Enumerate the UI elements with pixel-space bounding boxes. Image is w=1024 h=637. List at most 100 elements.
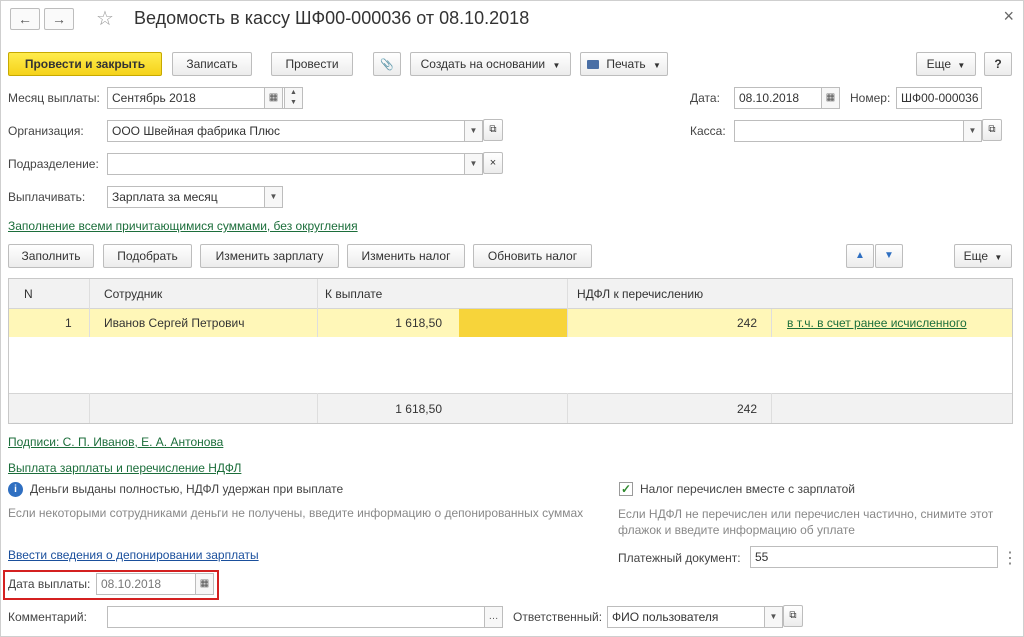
department-label: Подразделение:	[8, 157, 99, 171]
move-up-button[interactable]: ▲	[846, 244, 874, 268]
change-tax-button[interactable]: Изменить налог	[347, 244, 465, 268]
comment-field[interactable]: …	[107, 606, 503, 628]
signatures-link[interactable]: Подписи: С. П. Иванов, Е. А. Антонова	[8, 435, 223, 449]
responsible-field[interactable]: ФИО пользователя ▼	[607, 606, 783, 628]
month-value: Сентябрь 2018	[112, 91, 196, 105]
open-organization-button[interactable]: ⧉	[483, 119, 503, 141]
column-divider	[89, 393, 90, 423]
column-divider	[567, 393, 568, 423]
create-based-label: Создать на основании	[420, 57, 546, 71]
payment-date-field[interactable]: 08.10.2018 ▦	[96, 573, 214, 595]
fill-button[interactable]: Заполнить	[8, 244, 94, 268]
move-down-button[interactable]: ▼	[875, 244, 903, 268]
row-amount[interactable]: 1 618,50	[319, 316, 442, 330]
date-label: Дата:	[690, 91, 720, 105]
create-based-on-button[interactable]: Создать на основании ▼	[410, 52, 571, 76]
ellipsis-icon[interactable]: …	[484, 607, 502, 627]
spinner-icon[interactable]: ▲ ▼	[284, 88, 302, 108]
save-button[interactable]: Записать	[172, 52, 252, 76]
header-employee[interactable]: Сотрудник	[104, 287, 162, 301]
total-tax: 242	[736, 402, 757, 416]
payment-date-label: Дата выплаты:	[8, 577, 91, 591]
pay-label: Выплачивать:	[8, 190, 86, 204]
department-field[interactable]: ▼	[107, 153, 483, 175]
employees-table[interactable]: N Сотрудник К выплате НДФЛ к перечислени…	[8, 278, 1013, 424]
update-tax-button[interactable]: Обновить налог	[473, 244, 592, 268]
row-employee[interactable]: Иванов Сергей Петрович	[104, 316, 244, 330]
tax-hint-line2: флажок и введите информацию об уплате	[618, 523, 855, 537]
pay-type-field[interactable]: Зарплата за месяц ▼	[107, 186, 283, 208]
responsible-label: Ответственный:	[513, 610, 603, 624]
table-more-button[interactable]: Еще ▼	[954, 244, 1012, 268]
tax-hint-line1: Если НДФЛ не перечислен или перечислен ч…	[618, 507, 994, 521]
dropdown-arrow-icon[interactable]: ▼	[264, 187, 282, 207]
payment-hint-text: Если некоторыми сотрудниками деньги не п…	[8, 506, 584, 520]
dropdown-arrow-icon[interactable]: ▼	[764, 607, 782, 627]
tax-paid-checkbox[interactable]: ✓	[619, 482, 633, 496]
paperclip-icon: 📎	[380, 59, 394, 71]
dropdown-arrow-icon[interactable]: ▼	[963, 121, 981, 141]
month-field[interactable]: Сентябрь 2018 ▦ ▲ ▼	[107, 87, 303, 109]
payment-date-value: 08.10.2018	[101, 577, 162, 591]
more-button[interactable]: Еще ▼	[916, 52, 976, 76]
calendar-icon[interactable]: ▦	[195, 574, 213, 594]
post-and-close-button[interactable]: Провести и закрыть	[8, 52, 162, 76]
attach-button[interactable]: 📎	[373, 52, 401, 76]
arrow-down-icon: ▼	[884, 250, 894, 261]
header-tax[interactable]: НДФЛ к перечислению	[577, 287, 703, 301]
arrow-up-icon: ▲	[855, 250, 865, 261]
open-link-icon: ⧉	[789, 610, 797, 621]
responsible-value: ФИО пользователя	[612, 610, 719, 624]
payment-document-field[interactable]: 55	[750, 546, 998, 568]
pay-type-value: Зарплата за месяц	[112, 190, 218, 204]
column-divider	[317, 279, 318, 337]
clear-icon: ×	[489, 157, 497, 169]
number-field[interactable]: ШФ00-000036	[896, 87, 982, 109]
calendar-icon[interactable]: ▦	[821, 88, 839, 108]
payment-document-label: Платежный документ:	[618, 551, 741, 565]
organization-field[interactable]: ООО Швейная фабрика Плюс ▼	[107, 120, 483, 142]
tax-paid-label: Налог перечислен вместе с зарплатой	[640, 482, 855, 496]
open-responsible-button[interactable]: ⧉	[783, 605, 803, 627]
date-field[interactable]: 08.10.2018 ▦	[734, 87, 840, 109]
print-button[interactable]: Печать ▼	[580, 52, 668, 76]
forward-button[interactable]: →	[44, 8, 74, 30]
info-icon: i	[8, 482, 23, 497]
printer-icon	[587, 60, 600, 70]
clear-department-button[interactable]: ×	[483, 152, 503, 174]
column-divider	[89, 279, 90, 337]
open-kassa-button[interactable]: ⧉	[982, 119, 1002, 141]
column-divider	[317, 393, 318, 423]
dropdown-arrow-icon[interactable]: ▼	[464, 154, 482, 174]
header-n[interactable]: N	[24, 287, 33, 301]
change-salary-button[interactable]: Изменить зарплату	[200, 244, 339, 268]
arrow-right-icon: →	[52, 11, 66, 27]
header-amount[interactable]: К выплате	[325, 287, 382, 301]
dropdown-arrow-icon: ▼	[552, 61, 561, 70]
deposit-link[interactable]: Ввести сведения о депонировании зарплаты	[8, 548, 259, 562]
dropdown-arrow-icon: ▼	[957, 61, 966, 70]
star-icon[interactable]: ☆	[96, 6, 114, 31]
kassa-label: Касса:	[690, 124, 726, 138]
page-title: Ведомость в кассу ШФ00-000036 от 08.10.2…	[134, 8, 530, 28]
column-divider	[771, 393, 772, 423]
back-button[interactable]: ←	[10, 8, 40, 30]
arrow-left-icon: ←	[18, 11, 32, 27]
dropdown-arrow-icon[interactable]: ▼	[464, 121, 482, 141]
row-tax-link[interactable]: в т.ч. в счет ранее исчисленного	[787, 316, 967, 330]
fill-mode-link[interactable]: Заполнение всеми причитающимися суммами,…	[8, 219, 358, 233]
selected-cell[interactable]	[459, 309, 567, 337]
table-footer	[9, 393, 1012, 423]
total-amount: 1 618,50	[395, 402, 442, 416]
payment-link[interactable]: Выплата зарплаты и перечисление НДФЛ	[8, 461, 241, 475]
open-link-icon: ⧉	[489, 124, 497, 135]
close-icon[interactable]: ×	[1003, 6, 1014, 27]
kassa-field[interactable]: ▼	[734, 120, 982, 142]
select-button[interactable]: Подобрать	[103, 244, 192, 268]
number-label: Номер:	[850, 91, 891, 105]
row-tax[interactable]: 242	[569, 316, 757, 330]
more-vertical-icon[interactable]: ⋮	[1002, 548, 1018, 568]
calendar-icon[interactable]: ▦	[264, 88, 283, 108]
help-button[interactable]: ?	[984, 52, 1012, 76]
post-button[interactable]: Провести	[271, 52, 353, 76]
